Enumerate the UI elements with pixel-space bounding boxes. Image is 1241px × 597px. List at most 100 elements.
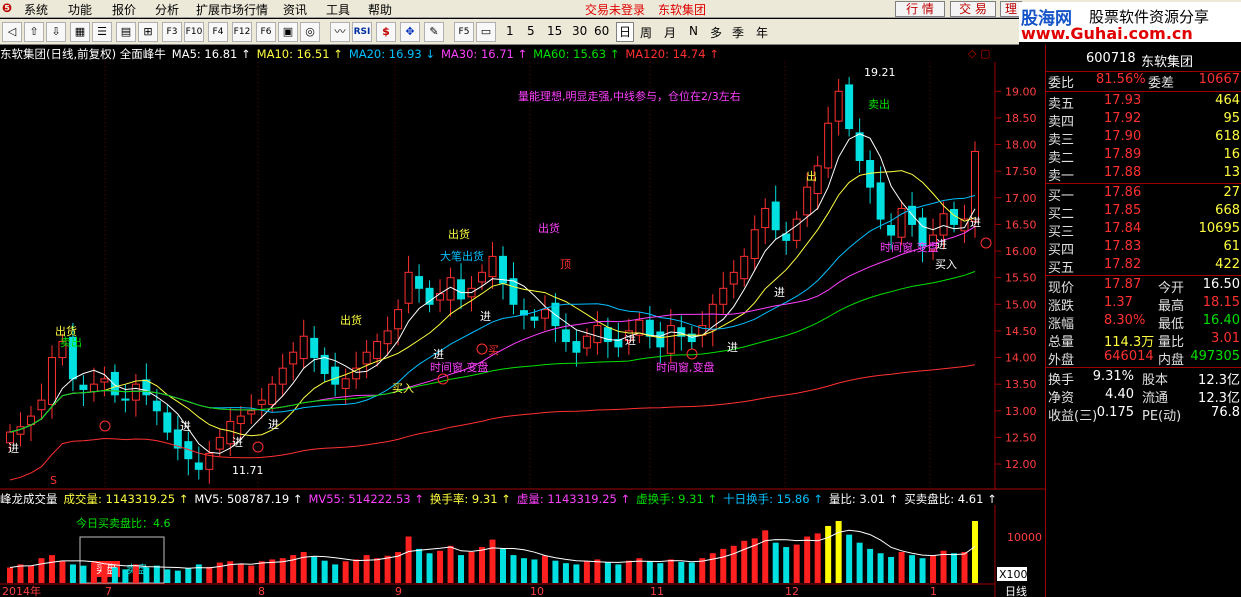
buy-level-1: 买一 17.86 27	[1046, 184, 1241, 204]
period-quarter[interactable]: 季	[732, 24, 744, 41]
date-axis-label: 7	[105, 585, 112, 597]
period-multi[interactable]: 多	[710, 24, 722, 41]
date-axis-label: 11	[650, 585, 664, 597]
dollar-icon[interactable]: $	[376, 22, 396, 42]
volume-bar	[143, 567, 150, 583]
menu-item-help[interactable]: 帮助	[368, 1, 392, 18]
period-month[interactable]: 月	[664, 24, 676, 41]
quote-button[interactable]: 行 情	[895, 1, 945, 17]
signal-annotation: 时间窗,变盘	[880, 240, 939, 254]
ma-label-5: MA120: 14.74 ↑	[625, 47, 719, 61]
f4-icon[interactable]: F4	[208, 22, 228, 42]
buy-circle-marker	[437, 373, 449, 385]
candle-body	[876, 182, 885, 220]
back-icon[interactable]: ◁	[2, 22, 22, 42]
menu-item-analysis[interactable]: 分析	[155, 1, 179, 18]
chart-icon[interactable]: ⊞	[138, 22, 158, 42]
f3-icon[interactable]: F3	[162, 22, 182, 42]
period-5min[interactable]: 5	[527, 24, 535, 38]
buy-circle-marker	[686, 348, 698, 360]
volume-bar	[804, 536, 811, 583]
volume: 95	[1223, 111, 1240, 126]
volume-bar	[132, 564, 139, 583]
stat-row-4: 外盘 646014 内盘 497305	[1046, 348, 1241, 368]
price-axis-label: 15.50	[1005, 272, 1037, 285]
volume-bar	[479, 547, 486, 583]
volume: 618	[1215, 129, 1240, 144]
period-year[interactable]: 年	[756, 24, 768, 41]
line-chart-icon[interactable]: 〰	[330, 22, 350, 42]
f10-button-icon[interactable]: F10	[184, 22, 204, 42]
target-icon[interactable]: ◎	[300, 22, 320, 42]
period-15min[interactable]: 15	[547, 24, 562, 38]
grid-icon[interactable]: ▦	[70, 22, 90, 42]
menu-item-tools[interactable]: 工具	[326, 1, 350, 18]
f5-icon[interactable]: F5	[454, 22, 474, 42]
edit-icon[interactable]: ✎	[424, 22, 444, 42]
candle-body	[194, 462, 203, 470]
menu-item-info[interactable]: 资讯	[283, 1, 307, 18]
candle-body	[824, 122, 833, 169]
signal-annotation: S	[50, 474, 57, 487]
quote-panel: 600718 东软集团 委比 81.56% 委差 10667 卖五 17.93 464 卖四 1…	[1045, 45, 1241, 597]
period-60min[interactable]: 60	[594, 24, 609, 38]
period-day[interactable]: 日	[616, 22, 635, 42]
chart-corner-icons[interactable]: ◇ ▢	[968, 47, 990, 60]
candle-body	[540, 309, 549, 319]
trade-button[interactable]: 交 易	[950, 1, 996, 17]
volume-bar	[615, 564, 622, 583]
up-arrow-icon[interactable]: ⇧	[24, 22, 44, 42]
signal-annotation: 出货	[538, 221, 560, 235]
move-icon[interactable]: ✥	[400, 22, 420, 42]
price-axis-label: 18.00	[1005, 139, 1037, 152]
down-arrow-icon[interactable]: ⇩	[46, 22, 66, 42]
candle-body	[498, 255, 507, 284]
signal-annotation: 买	[488, 344, 499, 357]
menu-item-quote[interactable]: 报价	[112, 1, 136, 18]
menu-item-extended-market[interactable]: 扩展市场行情	[196, 1, 268, 18]
volume-bar	[437, 550, 444, 583]
period-30min[interactable]: 30	[572, 24, 587, 38]
volume-bar	[153, 565, 160, 583]
menu-item-system[interactable]: 系统	[24, 1, 48, 18]
value: 16.40	[1202, 313, 1240, 328]
app-logo-icon[interactable]: ❺	[2, 1, 12, 15]
candle-body	[572, 341, 581, 353]
value: 1.37	[1104, 295, 1133, 310]
volume-bar	[625, 560, 632, 583]
f10-icon[interactable]: ▤	[116, 22, 136, 42]
volume-bar	[38, 558, 45, 583]
volume-bar	[174, 570, 181, 583]
candle-body	[834, 90, 843, 122]
volume-bar	[17, 564, 24, 583]
period-label: 日线	[1005, 584, 1027, 597]
period-n[interactable]: N	[689, 24, 698, 38]
candle-body	[666, 325, 675, 354]
window-icon[interactable]: ▭	[476, 22, 496, 42]
volume: 16	[1223, 147, 1240, 162]
stat-row-2: 涨幅 8.30% 最低 16.40	[1046, 312, 1241, 332]
period-week[interactable]: 周	[640, 24, 652, 41]
volume-chart[interactable]: 买盘卖盘今日买卖盘比：4.610000X1002014年7891011121日线	[0, 505, 1045, 597]
sell-level-3: 卖三 17.90 618	[1046, 128, 1241, 148]
candle-body	[362, 351, 371, 365]
volume-bar	[877, 553, 884, 583]
candle-body	[761, 207, 770, 229]
price: 17.89	[1104, 147, 1142, 162]
menu-item-function[interactable]: 功能	[68, 1, 92, 18]
candle-body	[163, 412, 172, 433]
price-axis-label: 14.50	[1005, 325, 1037, 338]
price-chart[interactable]: 19.00 18.50 18.00 17.50 17.00 16.50 16.00 15.50…	[0, 62, 1045, 490]
candle-body	[436, 293, 445, 301]
candle-body	[341, 378, 350, 389]
volume-bar	[321, 560, 328, 583]
entry-marker: 进	[433, 348, 444, 361]
candle-body	[100, 378, 109, 383]
period-1min[interactable]: 1	[506, 24, 514, 38]
f6-icon[interactable]: F6	[256, 22, 276, 42]
f12-icon[interactable]: F12	[232, 22, 252, 42]
table-icon[interactable]: ☰	[92, 22, 112, 42]
price-axis-label: 14.00	[1005, 352, 1037, 365]
rsi-icon[interactable]: RSI	[352, 22, 372, 42]
grid2-icon[interactable]: ▣	[278, 22, 298, 42]
